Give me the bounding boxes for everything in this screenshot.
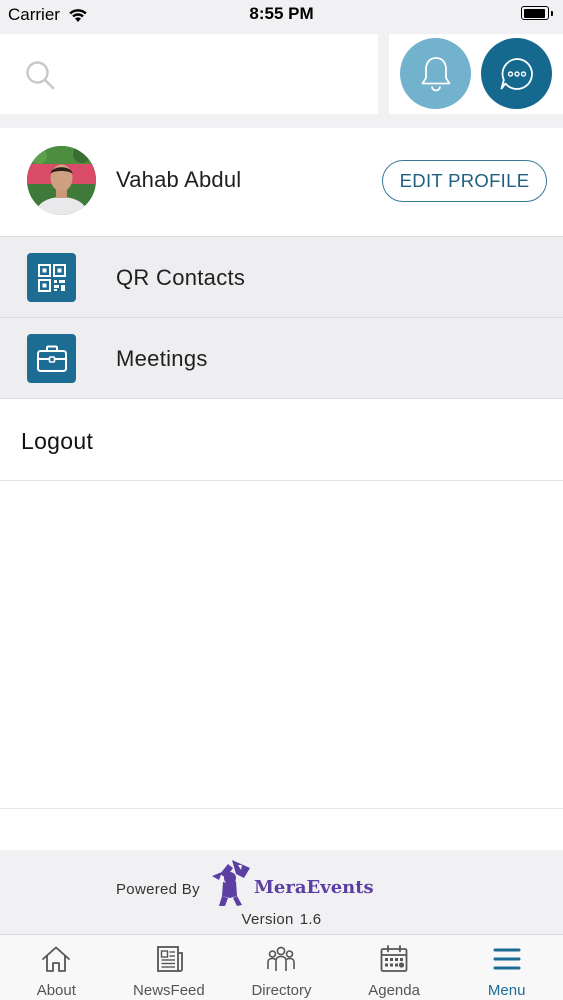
menu-item-label: Meetings <box>116 346 208 371</box>
qr-code-icon <box>27 253 76 302</box>
tab-newsfeed[interactable]: NewsFeed <box>113 935 226 1000</box>
avatar-photo <box>27 146 96 215</box>
tab-label: About <box>36 982 76 999</box>
powered-by-footer: Powered By MeraEvents Version 1.6 <box>0 850 563 934</box>
tab-about[interactable]: About <box>0 935 113 1000</box>
top-header <box>0 30 563 128</box>
status-time: 8:55 PM <box>249 4 314 23</box>
logout-button[interactable]: Logout <box>0 400 563 481</box>
home-icon <box>40 943 72 975</box>
menu-screen: Carrier 8:55 PM Vahab Abdul EDIT PROFILE… <box>0 0 563 1000</box>
meraevents-logo-icon <box>212 860 250 906</box>
messages-button[interactable] <box>481 38 552 109</box>
menu-item-meetings[interactable]: Meetings <box>0 318 563 399</box>
header-actions <box>389 34 563 114</box>
tab-agenda[interactable]: Agenda <box>338 935 451 1000</box>
chat-bubble-icon <box>500 57 533 90</box>
tab-directory[interactable]: Directory <box>225 935 338 1000</box>
calendar-icon <box>378 943 410 975</box>
logout-label: Logout <box>21 428 94 454</box>
battery-icon <box>521 6 553 20</box>
profile-row: Vahab Abdul EDIT PROFILE <box>0 128 563 237</box>
tab-menu[interactable]: Menu <box>450 935 563 1000</box>
status-bar: Carrier 8:55 PM <box>0 0 563 30</box>
bell-icon <box>421 56 450 91</box>
profile-name: Vahab Abdul <box>116 167 242 192</box>
version-info: Version 1.6 <box>0 911 563 928</box>
tab-label: Menu <box>487 982 526 999</box>
notifications-button[interactable] <box>400 38 471 109</box>
people-icon <box>265 943 297 975</box>
powered-by-label: Powered By <box>116 881 200 898</box>
edit-profile-button[interactable]: EDIT PROFILE <box>382 160 547 202</box>
hamburger-menu-icon <box>491 943 523 975</box>
divider <box>0 808 563 809</box>
version-label: Version <box>241 911 294 928</box>
briefcase-icon <box>27 334 76 383</box>
version-value: 1.6 <box>299 911 322 928</box>
search-icon <box>26 61 55 90</box>
avatar[interactable] <box>27 146 96 215</box>
tab-label: NewsFeed <box>133 982 205 999</box>
search-bar[interactable] <box>0 34 378 114</box>
tab-label: Directory <box>251 982 312 999</box>
newspaper-icon <box>153 943 185 975</box>
menu-item-label: QR Contacts <box>116 265 246 290</box>
menu-item-qr-contacts[interactable]: QR Contacts <box>0 237 563 318</box>
brand-name: MeraEvents <box>254 877 374 898</box>
tab-bar: About NewsFeed Directory Agenda Menu <box>0 934 563 1000</box>
tab-label: Agenda <box>368 982 420 999</box>
